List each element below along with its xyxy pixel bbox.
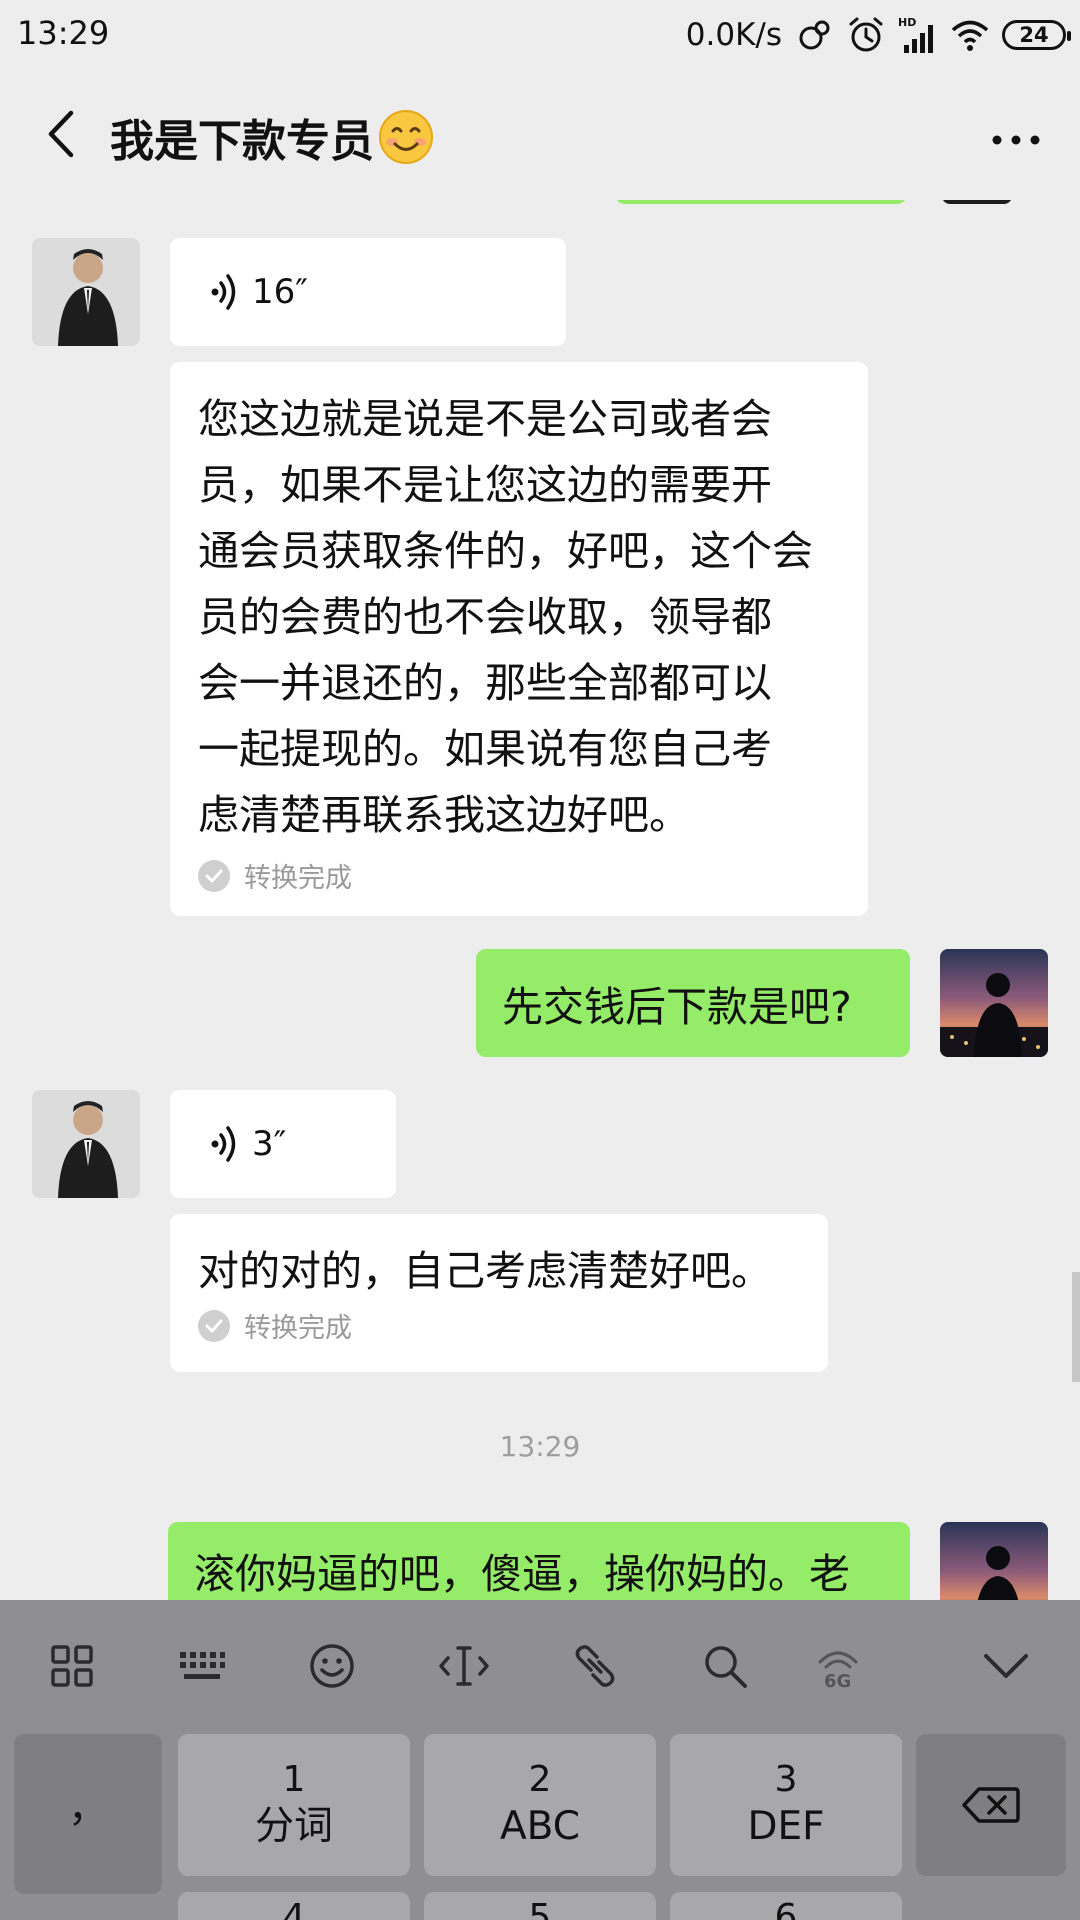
key-6-partial[interactable]: 6 (670, 1892, 902, 1920)
more-dots-icon (992, 135, 1040, 145)
transcript-text: 对的对的，自己考虑清楚好吧。 (198, 1247, 772, 1295)
ime-keyboard: 6G ， 1 分词 2 ABC 3 DEF 4 5 6 (0, 1600, 1080, 1920)
conversion-status-text: 转换完成 (244, 1313, 352, 1344)
key-comma[interactable]: ， (14, 1734, 162, 1894)
data-saver-icon (799, 20, 830, 50)
transcript-text: 您这边就是说是不是公司或者会 员，如果不是让您这边的需要开 通会员获取条件的，好… (198, 395, 813, 839)
alarm-icon (849, 17, 883, 52)
status-icons: 0.0K/s HD 24 (685, 12, 1071, 58)
link-icon[interactable] (563, 1634, 627, 1698)
my-avatar[interactable] (940, 1522, 1048, 1600)
conversion-status: 转换完成 (170, 1306, 828, 1345)
voice-wave-icon (211, 274, 236, 310)
emoji-icon[interactable] (300, 1634, 364, 1698)
search-icon[interactable] (693, 1634, 757, 1698)
backspace-icon (962, 1787, 1020, 1823)
6g-icon[interactable]: 6G (806, 1634, 870, 1698)
backspace-key[interactable] (916, 1734, 1066, 1876)
check-icon (198, 859, 230, 892)
message-timestamp: 13:29 (499, 1430, 581, 1463)
chat-screen: 13:29 0.0K/s HD 24 我是下款专员 16″ 您这边就是说是不是公… (0, 0, 1080, 1920)
key-period-partial[interactable]: 。 (14, 1898, 162, 1920)
voice-wave-icon (211, 1126, 236, 1162)
key-5-partial[interactable]: 5 (424, 1892, 656, 1920)
network-speed: 0.0K/s (685, 17, 782, 53)
my-text-message[interactable]: 滚你妈逼的吧，傻逼，操你妈的。老 (168, 1522, 910, 1600)
status-bar: 13:29 0.0K/s HD 24 (0, 0, 1080, 70)
status-time: 13:29 (17, 14, 110, 52)
voice-message[interactable]: 3″ (170, 1090, 396, 1198)
battery-icon: 24 (1002, 20, 1071, 50)
message-list[interactable]: 16″ 您这边就是说是不是公司或者会 员，如果不是让您这边的需要开 通会员获取条… (0, 200, 1080, 1600)
svg-text:HD: HD (898, 16, 916, 29)
keyboard-icon[interactable] (170, 1634, 234, 1698)
key-4-partial[interactable]: 4 (178, 1892, 410, 1920)
conversion-status-text: 转换完成 (244, 863, 352, 894)
message-text: 滚你妈逼的吧，傻逼，操你妈的。老 (194, 1550, 850, 1598)
message-text: 先交钱后下款是吧? (502, 983, 852, 1031)
chat-title-text: 我是下款专员 (110, 116, 374, 167)
my-text-message[interactable]: 先交钱后下款是吧? (476, 949, 910, 1057)
cursor-icon[interactable] (432, 1634, 496, 1698)
hd-signal-icon: HD (898, 16, 933, 53)
conversion-status: 转换完成 (170, 856, 868, 895)
scrollbar[interactable] (1072, 1272, 1080, 1382)
chat-header: 我是下款专员 (0, 70, 1080, 200)
key-1-fenci[interactable]: 1 分词 (178, 1734, 410, 1876)
smiling-face-emoji (379, 110, 433, 164)
check-icon (198, 1309, 230, 1342)
voice-duration: 3″ (252, 1124, 287, 1164)
previous-message-bubble-edge (615, 200, 907, 204)
key-2-abc[interactable]: 2 ABC (424, 1734, 656, 1876)
my-avatar[interactable] (940, 949, 1048, 1057)
voice-transcript[interactable]: 对的对的，自己考虑清楚好吧。 转换完成 (170, 1214, 828, 1372)
voice-duration: 16″ (252, 272, 308, 312)
back-button[interactable] (30, 104, 90, 164)
voice-message[interactable]: 16″ (170, 238, 566, 346)
chat-title: 我是下款专员 (110, 105, 434, 169)
previous-avatar-edge (942, 200, 1012, 204)
svg-text:6G: 6G (824, 1671, 851, 1690)
wifi-icon (951, 20, 989, 51)
grid-menu-icon[interactable] (40, 1634, 104, 1698)
keyboard-toolbar: 6G (0, 1600, 1080, 1730)
collapse-keyboard-icon[interactable] (974, 1634, 1038, 1698)
more-options-button[interactable] (986, 110, 1046, 170)
contact-avatar[interactable] (32, 238, 140, 346)
contact-avatar[interactable] (32, 1090, 140, 1198)
voice-transcript[interactable]: 您这边就是说是不是公司或者会 员，如果不是让您这边的需要开 通会员获取条件的，好… (170, 362, 868, 916)
chevron-left-icon (48, 110, 74, 158)
key-3-def[interactable]: 3 DEF (670, 1734, 902, 1876)
